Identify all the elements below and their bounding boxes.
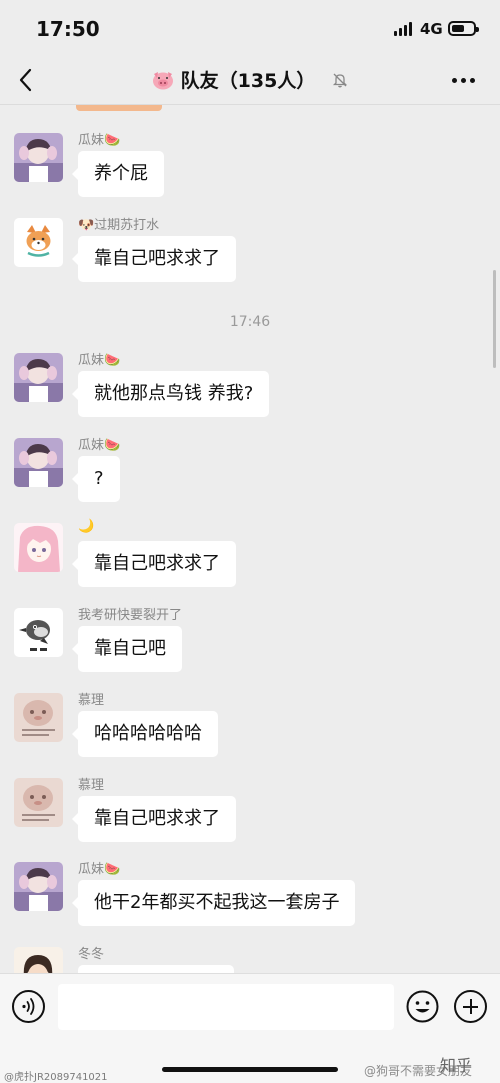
avatar-guamei[interactable] — [14, 862, 63, 911]
avatar-guamei[interactable] — [14, 133, 63, 182]
message-bubble[interactable]: 靠自己吧 — [72, 626, 182, 672]
emoji-icon[interactable] — [406, 990, 439, 1023]
avatar-guamei[interactable] — [14, 438, 63, 487]
voice-input-icon[interactable] — [12, 990, 45, 1023]
chat-title: 队友（135人） — [0, 66, 500, 93]
zhihu-watermark: 知乎 — [440, 1056, 473, 1075]
pig-face-icon — [153, 72, 174, 90]
avatar-muli[interactable] — [14, 778, 63, 827]
signal-icon — [394, 22, 414, 36]
message-bubble[interactable]: 哈哈哈哈哈哈 — [72, 711, 218, 757]
message-bubble[interactable]: 他干2年都买不起我这一套房子 — [71, 880, 356, 926]
scrollbar[interactable] — [493, 270, 496, 368]
sender-name: 慕理 — [78, 778, 105, 793]
message-bubble[interactable]: 靠自己吧求求了 — [72, 796, 236, 842]
message-bubble[interactable] — [78, 965, 234, 973]
sender-name: 🐶过期苏打水 — [78, 218, 160, 233]
bell-off-icon — [332, 73, 348, 88]
sender-name: 瓜妹🍉 — [78, 133, 121, 148]
message-bubble[interactable]: 养个屁 — [72, 151, 164, 197]
avatar-dongdong[interactable] — [14, 947, 63, 973]
sender-name: 🌙 — [78, 519, 95, 534]
sender-name: 瓜妹🍉 — [78, 353, 121, 368]
avatar-shiba[interactable] — [14, 218, 63, 267]
more-options-icon[interactable] — [452, 78, 476, 84]
sender-name: 瓜妹🍉 — [78, 862, 121, 877]
status-bar: 17:50 4G — [0, 0, 500, 58]
message-bubble[interactable]: ? — [72, 456, 120, 502]
avatar-anime[interactable] — [14, 523, 63, 572]
watermark-left: @虎扑JR2089741021 — [4, 1072, 108, 1083]
battery-icon — [448, 21, 479, 36]
sender-name: 我考研快要裂开了 — [78, 608, 183, 623]
message-bubble[interactable]: 就他那点鸟钱 养我? — [71, 371, 270, 417]
chat-messages[interactable]: 瓜妹🍉 养个屁 🐶过期苏打水 靠自己吧求求了 17:46 瓜妹🍉 就他那点鸟钱 … — [0, 105, 500, 973]
avatar-muli[interactable] — [14, 693, 63, 742]
sender-name: 瓜妹🍉 — [78, 438, 121, 453]
chat-title-text: 队友（135人） — [180, 70, 316, 92]
add-more-icon[interactable] — [454, 990, 487, 1023]
message-bubble[interactable]: 靠自己吧求求了 — [72, 236, 236, 282]
network-type: 4G — [420, 20, 443, 38]
message-bubble[interactable]: 靠自己吧求求了 — [72, 541, 236, 587]
sender-name: 冬冬 — [78, 947, 105, 962]
status-time: 17:50 — [36, 17, 100, 41]
message-input[interactable] — [58, 984, 394, 1030]
avatar-guamei[interactable] — [14, 353, 63, 402]
sender-name: 慕理 — [78, 693, 105, 708]
partial-message-image — [76, 105, 162, 111]
home-indicator[interactable] — [162, 1067, 338, 1072]
avatar-bird[interactable] — [14, 608, 63, 657]
chat-header: 队友（135人） — [0, 58, 500, 105]
chat-timestamp: 17:46 — [229, 314, 271, 330]
